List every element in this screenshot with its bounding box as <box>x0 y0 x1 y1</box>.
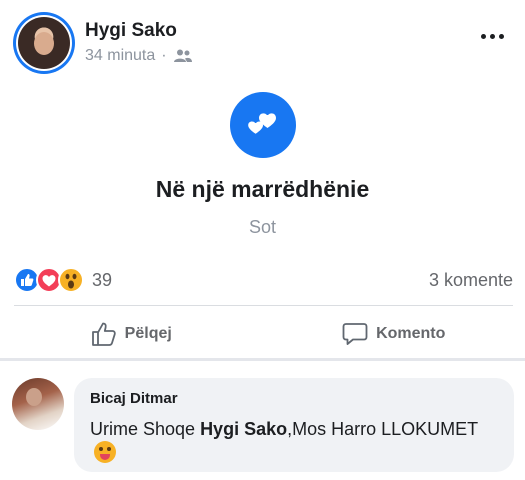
comment-icon <box>342 323 368 345</box>
post-header: Hygi Sako 34 minuta · <box>0 0 525 80</box>
reactions-row: 39 3 komente <box>14 263 513 297</box>
like-label: Pëlqej <box>124 325 172 342</box>
post-meta: 34 minuta · <box>85 47 193 65</box>
comment-count[interactable]: 3 komente <box>429 270 513 291</box>
more-options-icon[interactable] <box>477 26 507 46</box>
commenter-avatar[interactable] <box>12 378 64 430</box>
comment-label: Komento <box>376 325 446 342</box>
section-divider <box>0 358 525 361</box>
post-time[interactable]: 34 minuta <box>85 47 155 65</box>
event-date: Sot <box>248 217 277 237</box>
hearts-icon <box>229 92 296 158</box>
life-event: Në një marrëdhënie Sot <box>0 92 525 238</box>
reaction-count: 39 <box>92 269 113 290</box>
author-name[interactable]: Hygi Sako <box>85 20 177 42</box>
comment-text: Urime Shoqe Hygi Sako,Mos Harro LLOKUMET <box>90 417 498 465</box>
wow-reaction-icon <box>58 267 84 293</box>
divider <box>14 305 513 306</box>
post-actions: Pëlqej Komento <box>0 312 525 356</box>
author-avatar[interactable] <box>13 12 75 74</box>
comment-button[interactable]: Komento <box>263 312 525 356</box>
comment-bubble: Bicaj Ditmar Urime Shoqe Hygi Sako,Mos H… <box>74 378 514 472</box>
friends-icon <box>173 49 192 62</box>
mention-link[interactable]: Hygi Sako <box>200 419 287 439</box>
reactions-summary[interactable]: 39 <box>14 267 112 293</box>
commenter-name[interactable]: Bicaj Ditmar <box>90 390 498 407</box>
winking-tongue-emoji-icon <box>94 441 116 463</box>
meta-separator: · <box>161 47 167 64</box>
like-button[interactable]: Pëlqej <box>0 312 263 356</box>
event-title: Në një marrëdhënie <box>155 176 370 202</box>
thumbs-up-icon <box>91 322 116 346</box>
